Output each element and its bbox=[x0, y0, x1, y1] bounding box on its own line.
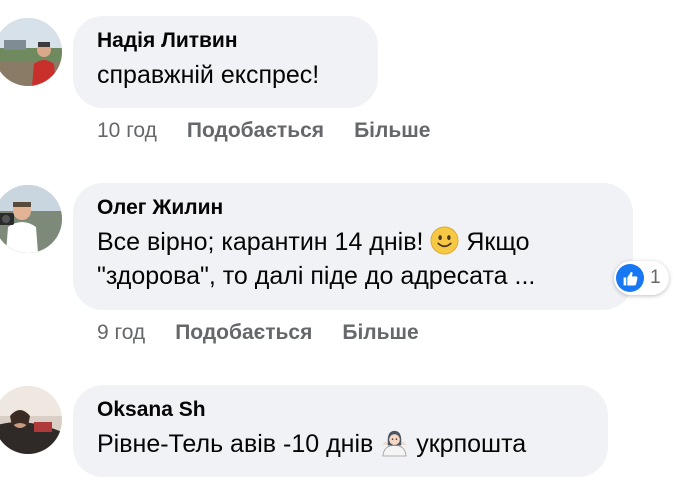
avatar[interactable] bbox=[0, 185, 62, 253]
comment-bubble: Надія Литвин справжній експрес! bbox=[73, 16, 378, 108]
avatar[interactable] bbox=[0, 18, 62, 86]
person-shrugging-icon bbox=[382, 430, 408, 457]
comment-text-part: "здорова", то далі піде до адресата ... bbox=[97, 262, 536, 290]
comment-author[interactable]: Олег Жилин bbox=[97, 195, 609, 221]
reaction-count: 1 bbox=[650, 267, 661, 288]
comment-bubble: Олег Жилин Все вірно; карантин 14 днів! … bbox=[73, 183, 633, 310]
comment-actions: 10 год Подобається Більше bbox=[97, 118, 430, 144]
comment-actions: 9 год Подобається Більше bbox=[97, 320, 419, 346]
comment-text: Все вірно; карантин 14 днів! Якщо "здоро… bbox=[97, 225, 609, 293]
reaction-summary[interactable]: 1 bbox=[614, 261, 669, 295]
more-button[interactable]: Більше bbox=[342, 321, 418, 344]
slightly-smiling-face-icon bbox=[430, 226, 459, 255]
comment-timestamp[interactable]: 9 год bbox=[97, 321, 145, 344]
comment-text: справжній експрес! bbox=[97, 61, 320, 89]
like-button[interactable]: Подобається bbox=[175, 321, 312, 344]
thumbs-up-icon bbox=[616, 264, 644, 292]
comment-text-part: укрпошта bbox=[416, 430, 527, 458]
comment-author[interactable]: Надія Литвин bbox=[97, 28, 354, 54]
comment-text-part: Рівне-Тель авів -10 днів bbox=[97, 430, 374, 458]
comment-text: Рівне-Тель авів -10 днів укрпошта bbox=[97, 427, 584, 461]
comment-text-part: Все вірно; карантин 14 днів! bbox=[97, 228, 424, 256]
comment-author[interactable]: Oksana Sh bbox=[97, 397, 584, 423]
like-button[interactable]: Подобається bbox=[187, 119, 324, 142]
comment-text-part: Якщо bbox=[466, 228, 530, 256]
comment-bubble: Oksana Sh Рівне-Тель авів -10 днів укрпо… bbox=[73, 385, 608, 477]
more-button[interactable]: Більше bbox=[354, 119, 430, 142]
comment-timestamp[interactable]: 10 год bbox=[97, 119, 157, 142]
avatar[interactable] bbox=[0, 386, 62, 454]
